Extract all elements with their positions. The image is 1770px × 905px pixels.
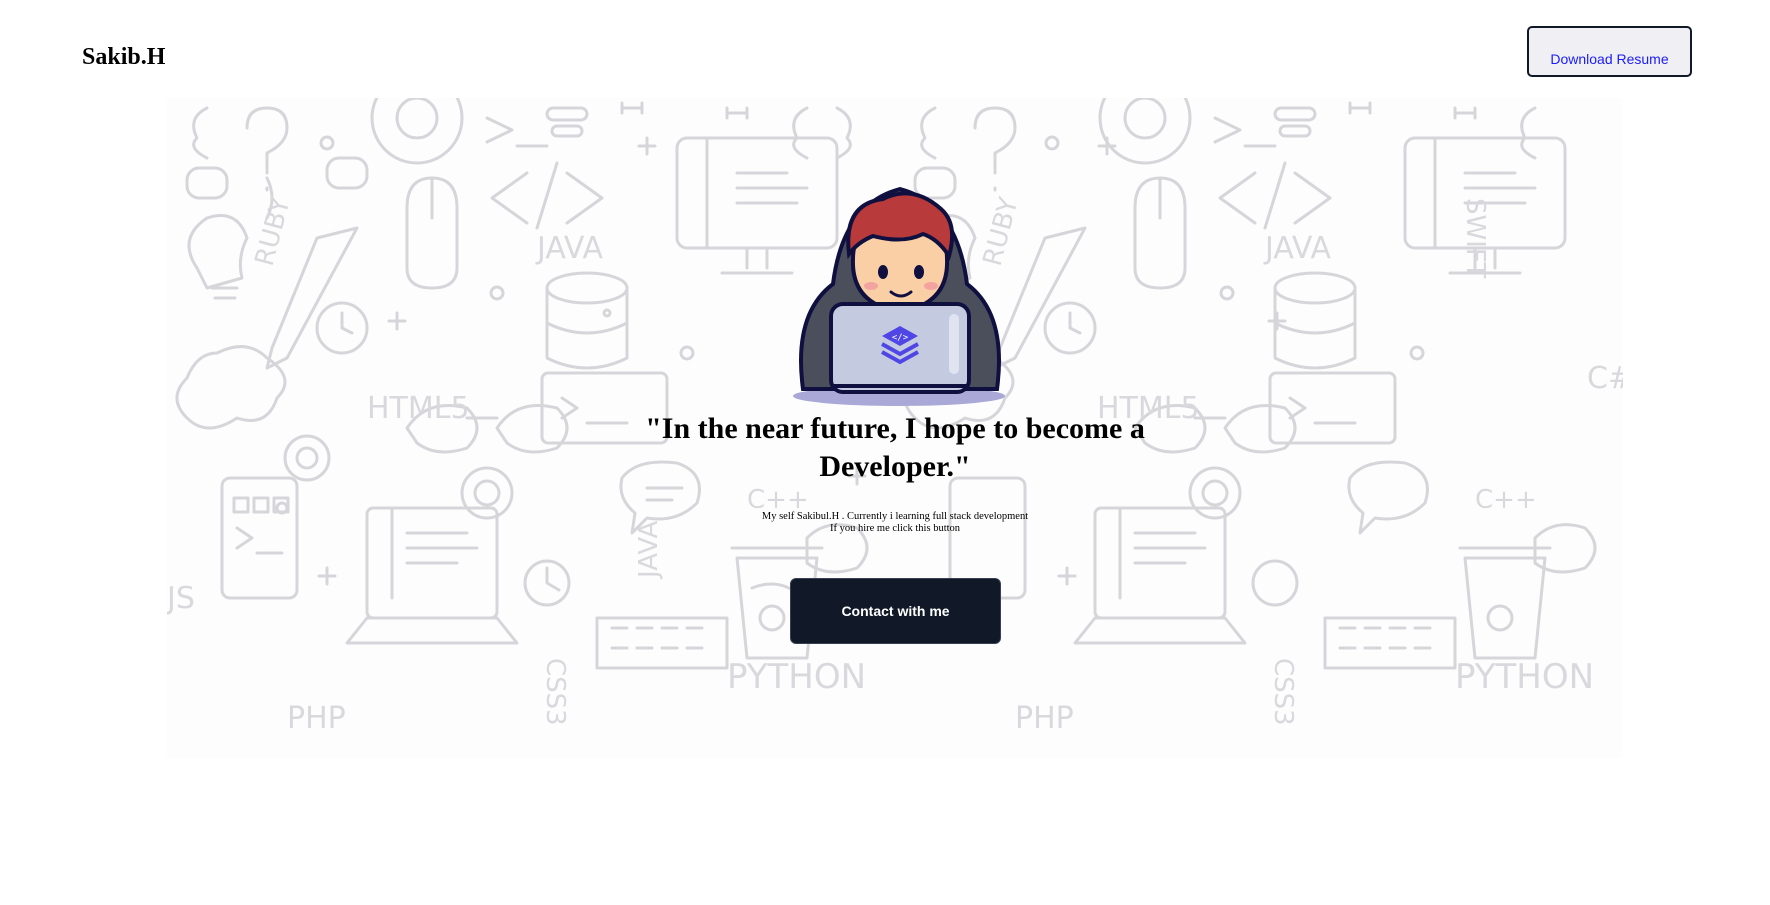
doodle-word-csharp: C# — [1587, 361, 1623, 396]
phone-icon — [220, 476, 299, 600]
hero-quote: "In the near future, I hope to become a … — [645, 412, 1145, 483]
doodle-word-java-3: JAVA — [1263, 231, 1332, 266]
lightbulb-icon — [187, 214, 249, 300]
doodle-word-js: JS — [167, 581, 195, 616]
doodle-word-java-2: JAVA — [634, 521, 664, 580]
terminal-prompt-icon — [485, 116, 549, 148]
brand-logo[interactable]: Sakib.H — [82, 42, 165, 72]
doodle-word-cpp-2: C++ — [1475, 485, 1537, 515]
bio-line-1: My self Sakibul.H . Currently i learning… — [761, 511, 1029, 522]
contact-button[interactable]: Contact with me — [790, 578, 1001, 644]
keyboard-icon — [595, 616, 729, 670]
doodle-word-python-2: PYTHON — [1455, 657, 1594, 697]
mouse-icon — [405, 176, 459, 290]
gear-icon-2 — [460, 466, 514, 520]
doodle-word-css3: CSS3 — [540, 658, 570, 726]
doodle-word-php-2: PHP — [1015, 701, 1074, 736]
doodle-word-html5: HTML5 — [367, 391, 470, 426]
gear-icon — [370, 98, 464, 165]
developer-avatar-illustration: </> — [793, 186, 1005, 406]
brain-icon — [175, 345, 287, 430]
laptop-icon — [829, 302, 971, 394]
curly-brace-icon — [192, 106, 209, 160]
doodle-word-php: PHP — [287, 701, 346, 736]
svg-text:</>: </> — [892, 333, 909, 343]
download-resume-button[interactable]: Download Resume — [1527, 26, 1692, 77]
doodle-word-python: PYTHON — [727, 657, 866, 697]
hero-section: JAVA RUBY HTML5 SWIFT C# C++ JAVA PYTHON… — [167, 98, 1623, 758]
code-brackets-icon — [490, 161, 604, 230]
doodle-word-css3-2: CSS3 — [1268, 658, 1298, 726]
doodle-word-ruby: RUBY — [250, 194, 297, 269]
hero-bio: My self Sakibul.H . Currently i learning… — [747, 511, 1043, 535]
bio-line-2: If you hire me click this button — [829, 523, 961, 534]
doodle-word-java: JAVA — [535, 231, 604, 266]
database-icon — [545, 271, 629, 305]
chat-bubble-icon — [185, 166, 229, 200]
doodle-word-swift: SWIFT — [1460, 198, 1490, 278]
